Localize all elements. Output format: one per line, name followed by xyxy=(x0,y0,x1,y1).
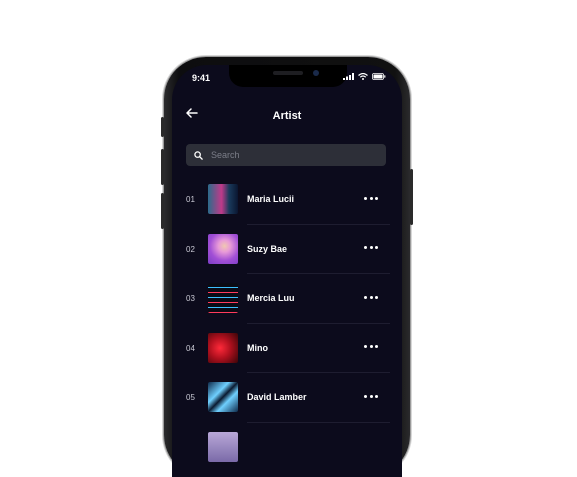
page-title: Artist xyxy=(272,110,302,122)
artist-row[interactable]: 05 David Lamber xyxy=(172,373,402,423)
more-options-icon[interactable] xyxy=(364,243,378,253)
search-bar[interactable] xyxy=(186,144,386,166)
artist-row[interactable]: 01 Maria Lucii xyxy=(172,175,402,225)
search-input[interactable] xyxy=(209,149,383,161)
artist-avatar xyxy=(208,332,238,363)
volume-up-button xyxy=(161,149,164,185)
speaker-grille xyxy=(273,71,303,75)
artist-row-partial xyxy=(172,423,402,473)
more-options-icon[interactable] xyxy=(364,292,378,302)
front-camera xyxy=(313,70,319,76)
more-options-icon[interactable] xyxy=(364,193,378,203)
artist-name: Suzy Bae xyxy=(247,243,288,254)
artist-number: 05 xyxy=(186,393,195,402)
artist-name: Maria Lucii xyxy=(247,194,295,204)
battery-icon xyxy=(372,73,386,80)
artist-row[interactable]: 03 Mercia Luu xyxy=(172,274,402,324)
power-button xyxy=(410,169,413,225)
artist-avatar xyxy=(208,283,238,313)
status-icons xyxy=(343,73,386,80)
more-options-icon[interactable] xyxy=(364,342,378,352)
wifi-icon xyxy=(358,73,368,80)
artist-avatar xyxy=(208,184,238,214)
app-screen: 9:41 Artist Search 01 Maria Lucii 02 Suz… xyxy=(172,65,402,477)
status-time: 9:41 xyxy=(192,73,211,83)
silent-switch xyxy=(161,117,164,137)
artist-name: Mercia Luu xyxy=(247,293,295,303)
artist-list: 01 Maria Lucii 02 Suzy Bae 03 Mercia Luu xyxy=(172,175,402,472)
artist-row[interactable]: 04 Mino xyxy=(172,324,402,373)
artist-avatar xyxy=(208,382,238,412)
artist-number: 04 xyxy=(186,343,195,353)
artist-avatar xyxy=(208,431,238,462)
artist-number: 03 xyxy=(186,294,195,303)
search-icon xyxy=(194,150,203,160)
artist-number: 02 xyxy=(186,244,195,254)
notch xyxy=(229,65,347,87)
artist-name: Mino xyxy=(247,342,268,353)
more-options-icon[interactable] xyxy=(364,391,378,401)
artist-row[interactable]: 02 Suzy Bae xyxy=(172,225,402,274)
artist-number: 01 xyxy=(186,195,195,204)
phone-frame: 9:41 Artist Search 01 Maria Lucii 02 Suz… xyxy=(161,57,413,477)
artist-avatar xyxy=(208,233,238,264)
signal-icon xyxy=(343,73,354,80)
artist-name: David Lamber xyxy=(247,392,307,402)
volume-down-button xyxy=(161,193,164,229)
